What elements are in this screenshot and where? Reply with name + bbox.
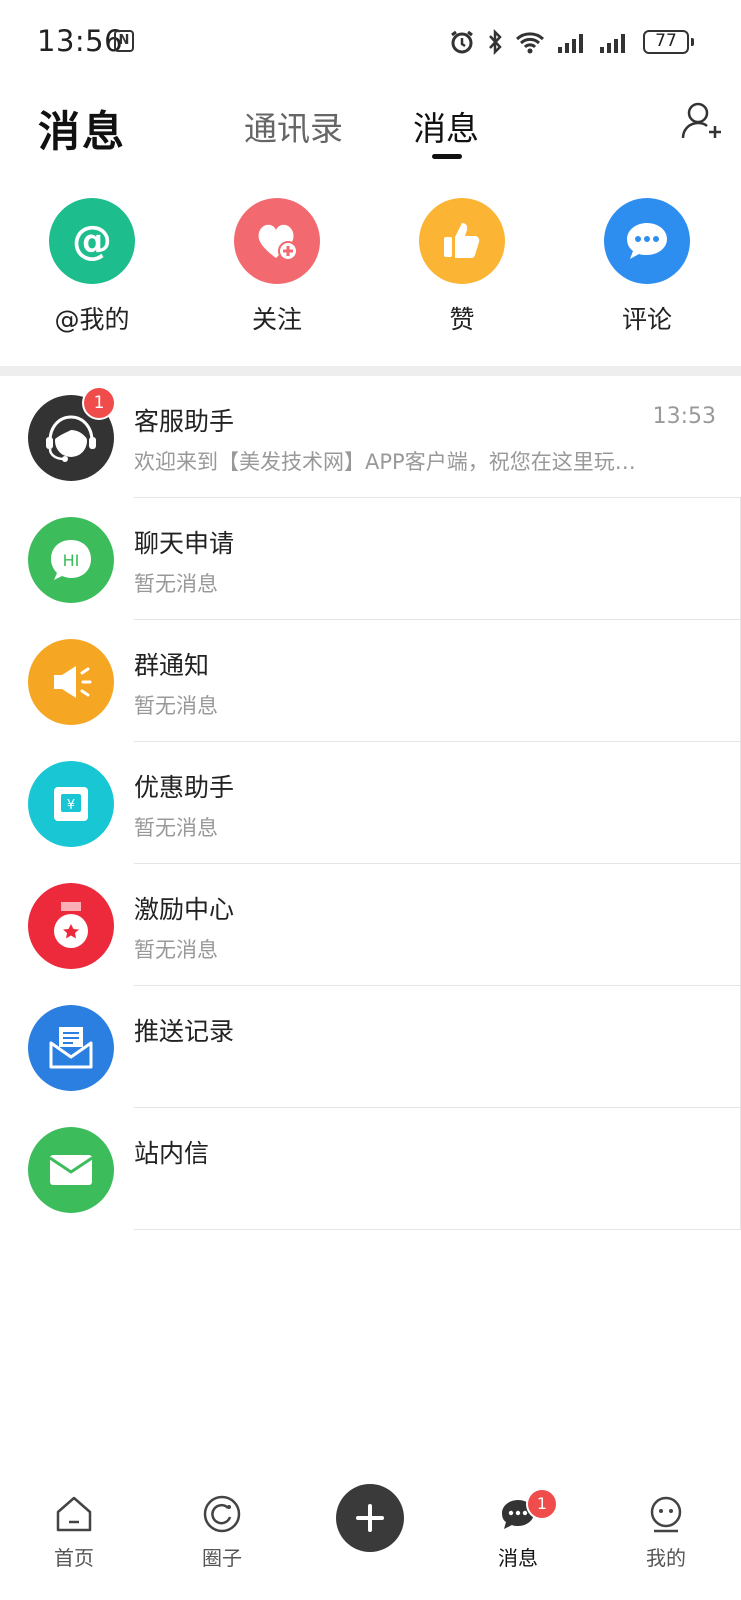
conversation-name: 群通知 xyxy=(134,651,210,680)
conversation-time: 13:53 xyxy=(652,404,716,429)
tab-messages[interactable]: 消息 xyxy=(413,102,479,150)
nav-unread-badge: 1 xyxy=(526,1488,558,1520)
heart-plus-icon xyxy=(234,198,320,284)
section-divider xyxy=(0,366,741,376)
quick-action-label: 评论 xyxy=(621,305,672,334)
nav-label: 首页 xyxy=(54,1546,94,1570)
nav-circle[interactable]: 圈子 xyxy=(172,1484,272,1571)
conversation-name: 激励中心 xyxy=(134,895,235,924)
status-bar: 13:56 N 77 xyxy=(0,0,741,84)
bluetooth-icon xyxy=(489,29,502,55)
envelope-icon xyxy=(28,1127,114,1213)
list-item-chat-requests[interactable]: HI 聊天申请 暂无消息 xyxy=(0,498,741,620)
message-list: 1 客服助手 13:53 欢迎来到【美发技术网】APP客户端，祝您在这里玩… H… xyxy=(0,376,741,1230)
nfc-icon: N xyxy=(114,30,134,52)
conversation-preview: 暂无消息 xyxy=(134,694,218,718)
at-icon: @ xyxy=(49,198,135,284)
thumbs-up-icon xyxy=(419,198,505,284)
plus-icon xyxy=(356,1504,384,1532)
quick-action-label: @我的 xyxy=(54,305,130,334)
row-divider xyxy=(134,1229,741,1230)
signal-icon-2 xyxy=(600,34,625,53)
add-contact-icon[interactable] xyxy=(680,100,724,144)
create-post-button[interactable] xyxy=(336,1484,404,1552)
comment-icon xyxy=(604,198,690,284)
quick-action-label: 赞 xyxy=(449,305,475,334)
push-mail-icon xyxy=(28,1005,114,1091)
quick-actions: @ @我的 关注 赞 评论 xyxy=(0,198,741,338)
tab-contacts[interactable]: 通讯录 xyxy=(244,102,343,150)
nav-label: 消息 xyxy=(498,1546,538,1570)
circle-icon xyxy=(172,1488,272,1540)
medal-icon xyxy=(28,883,114,969)
header: 消息 通讯录 消息 xyxy=(0,84,741,174)
conversation-name: 推送记录 xyxy=(134,1017,235,1046)
conversation-preview: 暂无消息 xyxy=(134,816,218,840)
conversation-name: 聊天申请 xyxy=(134,529,235,558)
status-time: 13:56 xyxy=(37,24,124,58)
chat-hi-icon: HI xyxy=(28,517,114,603)
alarm-icon xyxy=(451,30,473,54)
list-item-incentive-center[interactable]: 激励中心 暂无消息 xyxy=(0,864,741,986)
nav-profile[interactable]: 我的 xyxy=(616,1484,716,1571)
profile-icon xyxy=(616,1488,716,1540)
nav-label: 我的 xyxy=(646,1546,686,1570)
bottom-nav: 首页 圈子 1 消息 我的 xyxy=(0,1484,741,1600)
quick-action-comments[interactable]: 评论 xyxy=(582,198,712,336)
list-item-group-notice[interactable]: 群通知 暂无消息 xyxy=(0,620,741,742)
wifi-icon xyxy=(515,32,545,54)
svg-text:HI: HI xyxy=(63,551,80,570)
page-title: 消息 xyxy=(38,107,127,156)
list-item-site-mail[interactable]: 站内信 xyxy=(0,1108,741,1230)
active-tab-indicator xyxy=(432,154,462,159)
unread-badge: 1 xyxy=(82,386,116,420)
conversation-name: 优惠助手 xyxy=(134,773,235,802)
nav-messages[interactable]: 1 消息 xyxy=(468,1484,568,1571)
quick-action-likes[interactable]: 赞 xyxy=(397,198,527,336)
home-icon xyxy=(24,1488,124,1540)
conversation-preview: 暂无消息 xyxy=(134,572,218,596)
list-item-push-records[interactable]: 推送记录 xyxy=(0,986,741,1108)
coupon-icon: ¥ xyxy=(28,761,114,847)
signal-icon-1 xyxy=(558,34,583,53)
nav-label: 圈子 xyxy=(202,1546,242,1570)
conversation-preview: 暂无消息 xyxy=(134,938,218,962)
battery-indicator: 77 xyxy=(643,30,694,54)
quick-action-follow[interactable]: 关注 xyxy=(212,198,342,336)
list-item-coupon-assistant[interactable]: ¥ 优惠助手 暂无消息 xyxy=(0,742,741,864)
megaphone-icon xyxy=(28,639,114,725)
conversation-name: 客服助手 xyxy=(134,407,235,436)
conversation-name: 站内信 xyxy=(134,1139,210,1168)
conversation-preview: 欢迎来到【美发技术网】APP客户端，祝您在这里玩… xyxy=(134,450,636,474)
quick-action-mentions[interactable]: @ @我的 xyxy=(27,198,157,336)
quick-action-label: 关注 xyxy=(251,305,302,334)
nav-home[interactable]: 首页 xyxy=(24,1484,124,1571)
svg-text:@: @ xyxy=(72,218,112,264)
status-icons xyxy=(449,26,629,58)
list-item-customer-service[interactable]: 1 客服助手 13:53 欢迎来到【美发技术网】APP客户端，祝您在这里玩… xyxy=(0,376,741,498)
svg-text:¥: ¥ xyxy=(67,798,75,813)
